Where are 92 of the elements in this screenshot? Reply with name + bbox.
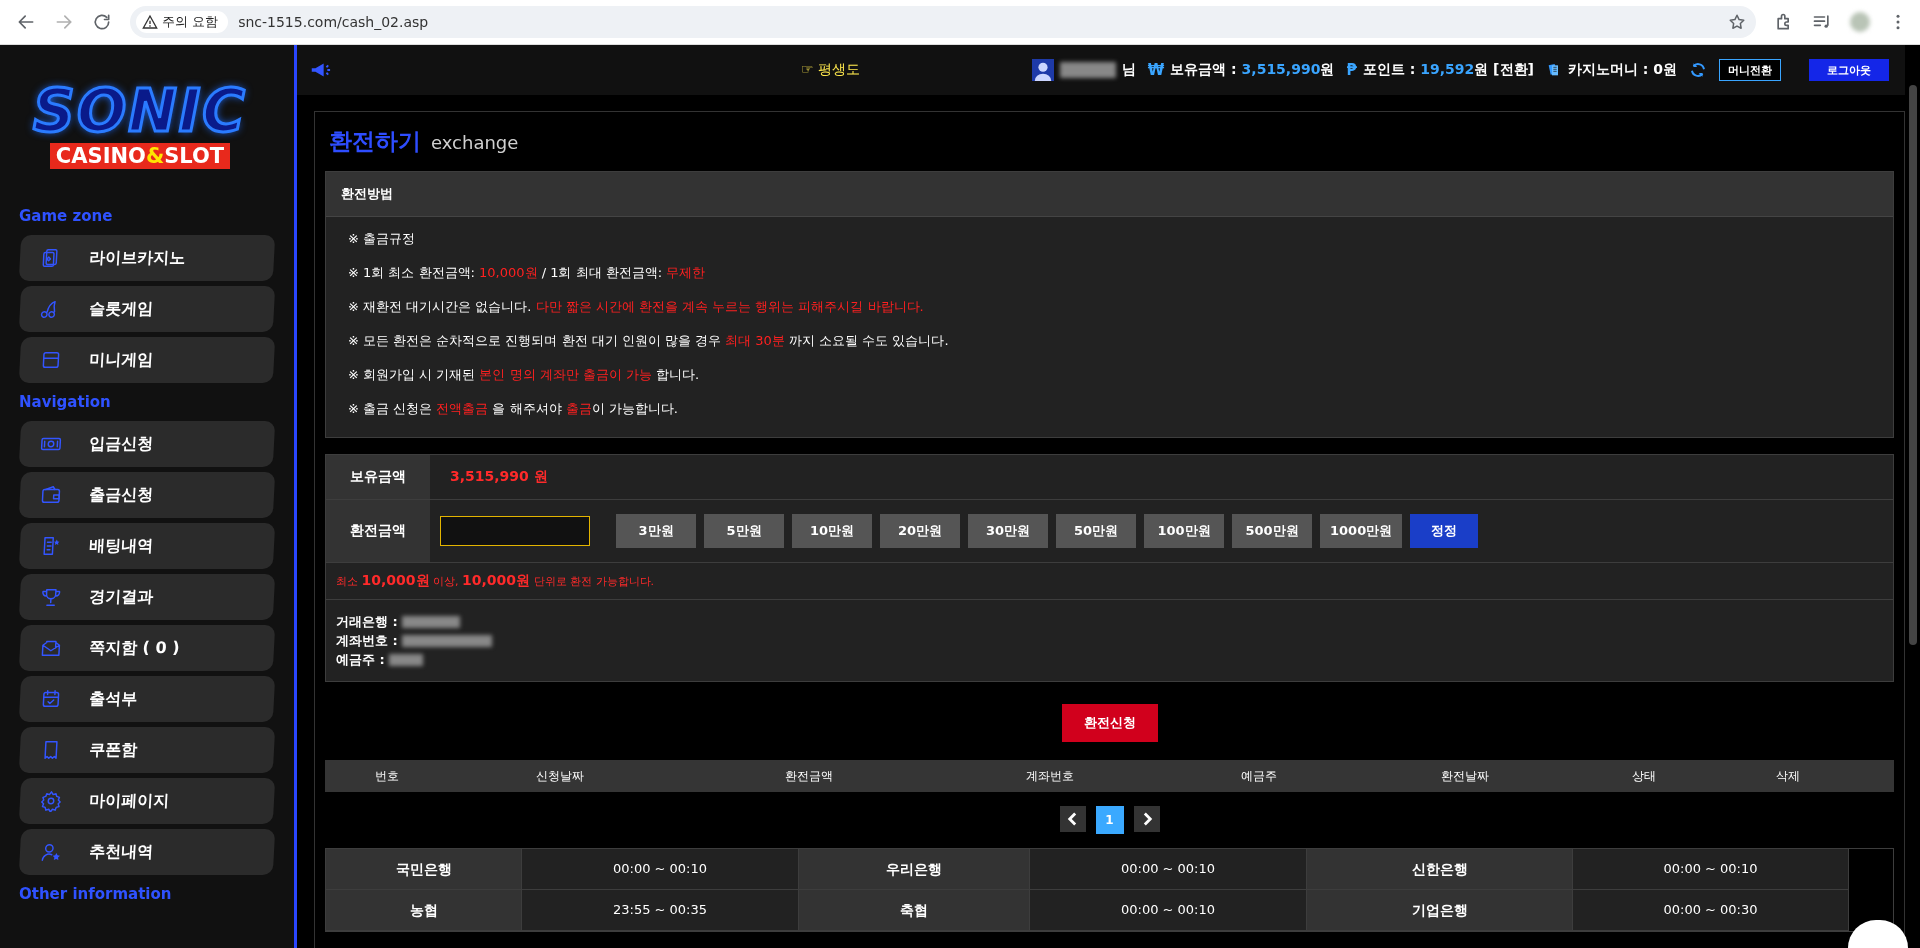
amount-button[interactable]: 5만원 <box>704 514 784 548</box>
rules-title: 환전방법 <box>326 172 1893 217</box>
blurred-username <box>1059 62 1116 78</box>
bank-name-cell: 기업은행 <box>1307 890 1573 931</box>
amount-button[interactable]: 50만원 <box>1056 514 1136 548</box>
amount-button[interactable]: 10만원 <box>792 514 872 548</box>
section-heading: Game zone <box>19 207 114 225</box>
sidebar-item[interactable]: 쪽지함 ( 0 ) <box>18 625 276 671</box>
column-header: 삭제 <box>1775 767 1801 785</box>
sidebar-item[interactable]: 추천내역 <box>18 829 276 875</box>
page-title: 환전하기 <box>329 127 421 156</box>
rule-text: ※ 출금규정 <box>348 230 417 248</box>
amount-input[interactable] <box>440 516 590 546</box>
section-heading: Navigation <box>19 393 112 411</box>
bank-name-cell: 농협 <box>326 890 522 931</box>
sidebar-item[interactable]: 배팅내역 <box>18 523 276 569</box>
column-header: 번호 <box>374 767 400 785</box>
sidebar-item[interactable]: 출석부 <box>18 676 276 722</box>
casino-money-text: 카지노머니 : 0원 <box>1567 61 1677 79</box>
column-header: 예금주 <box>1240 767 1278 785</box>
sidebar-item[interactable]: 라이브카지노 <box>18 235 276 281</box>
notice-text[interactable]: ☞ 평생도 <box>801 61 860 79</box>
url-text: snc-1515.com/cash_02.asp <box>238 14 430 30</box>
reset-button[interactable]: 정정 <box>1410 514 1479 548</box>
forward-icon <box>54 12 74 32</box>
section-heading: Other information <box>19 885 173 903</box>
rule-text: ※ 출금 신청은 전액출금 을 해주셔야 출금이 가능합니다. <box>348 400 679 418</box>
hours-cell: 00:00 ~ 00:30 <box>1573 890 1849 931</box>
rule-text: ※ 모든 환전은 순차적으로 진행되며 환전 대기 인원이 많을 경우 최대 30분 까지 소요될 수도 있습니다. <box>348 332 950 350</box>
sidebar-item[interactable]: 경기결과 <box>18 574 276 620</box>
amount-label: 환전금액 <box>326 500 430 562</box>
logo-subtitle[interactable]: CASINO&SLOT <box>49 143 231 169</box>
column-header: 환전금액 <box>784 767 834 785</box>
user-suffix: 님 <box>1121 61 1136 79</box>
hours-cell: 00:00 ~ 00:10 <box>1573 849 1849 890</box>
column-header: 상태 <box>1631 767 1657 785</box>
points-text: 포인트 : 19,592원 [전환] <box>1362 61 1534 79</box>
account-label: 예금주 : <box>336 650 385 669</box>
reload-icon[interactable] <box>92 12 112 32</box>
sidebar-item[interactable]: 미니게임 <box>18 337 276 383</box>
balance-label: 보유금액 <box>326 455 430 499</box>
money-convert-button[interactable]: 머니전환 <box>1719 59 1781 81</box>
bookmark-star-icon[interactable] <box>1728 13 1746 31</box>
wallet-icon <box>39 484 63 506</box>
amount-button[interactable]: 3만원 <box>616 514 696 548</box>
hours-cell: 00:00 ~ 00:10 <box>1030 849 1307 890</box>
amount-button[interactable]: 500만원 <box>1232 514 1312 548</box>
currency-icon: ₩ <box>1147 61 1165 79</box>
exchange-request-button[interactable]: 환전신청 <box>1061 704 1158 742</box>
amount-button[interactable]: 100만원 <box>1144 514 1224 548</box>
address-bar[interactable]: 주의 요함 snc-1515.com/cash_02.asp <box>130 6 1756 38</box>
scrollbar-thumb[interactable] <box>1908 85 1917 645</box>
sidebar-item[interactable]: 마이페이지 <box>18 778 276 824</box>
sidebar-item[interactable]: 쿠폰함 <box>18 727 276 773</box>
logout-button[interactable]: 로그아웃 <box>1809 59 1889 81</box>
hours-cell: 23:55 ~ 00:35 <box>522 890 799 931</box>
sidebar-item[interactable]: 입금신청 <box>18 421 276 467</box>
amount-button[interactable]: 1000만원 <box>1320 514 1403 548</box>
refresh-icon[interactable] <box>1689 61 1707 79</box>
balance-text: 보유금액 : 3,515,990원 <box>1170 61 1335 79</box>
next-page-icon[interactable] <box>1133 806 1160 832</box>
blurred-value <box>401 615 460 628</box>
avatar-icon <box>1031 59 1054 81</box>
security-warning[interactable]: 주의 요함 <box>136 11 229 33</box>
previous-page-icon[interactable] <box>1059 806 1086 832</box>
column-header: 신청날짜 <box>535 767 585 785</box>
page-subtitle: exchange <box>431 132 519 153</box>
sidebar-item[interactable]: 출금신청 <box>18 472 276 518</box>
minimum-note: 최소 10,000원 이상, 10,000원 단위로 환전 가능합니다. <box>336 572 655 590</box>
hours-cell: 00:00 ~ 00:10 <box>522 849 799 890</box>
account-label: 계좌번호 : <box>336 631 398 650</box>
back-icon[interactable] <box>16 12 36 32</box>
rule-text: ※ 1회 최소 환전금액: 10,000원 / 1회 최대 환전금액: 무제한 <box>348 264 707 282</box>
trophy-icon <box>39 586 63 608</box>
rule-text: ※ 회원가입 시 기재된 본인 명의 계좌만 출금이 가능 합니다. <box>348 366 701 384</box>
column-header: 환전날짜 <box>1440 767 1490 785</box>
account-label: 거래은행 : <box>336 612 398 631</box>
blurred-value <box>388 653 423 666</box>
hours-cell: 00:00 ~ 00:10 <box>1030 890 1307 931</box>
currency-icon: ₱ <box>1346 61 1357 79</box>
balance-value: 3,515,990 원 <box>449 468 548 486</box>
bank-name-cell: 신한은행 <box>1307 849 1573 890</box>
bank-name-cell: 축협 <box>799 890 1030 931</box>
warning-icon <box>142 14 158 30</box>
rule-text: ※ 재환전 대기시간은 없습니다. 다만 짧은 시간에 환전을 계속 누르는 행위는 피해주시길 바랍니다. <box>348 298 925 316</box>
gear-icon <box>39 790 63 812</box>
bank-name-cell: 국민은행 <box>326 849 522 890</box>
amount-button[interactable]: 20만원 <box>880 514 960 548</box>
amount-button[interactable]: 30만원 <box>968 514 1048 548</box>
column-header: 계좌번호 <box>1025 767 1075 785</box>
sidebar-item[interactable]: 슬롯게임 <box>18 286 276 332</box>
bank-name-cell: 우리은행 <box>799 849 1030 890</box>
